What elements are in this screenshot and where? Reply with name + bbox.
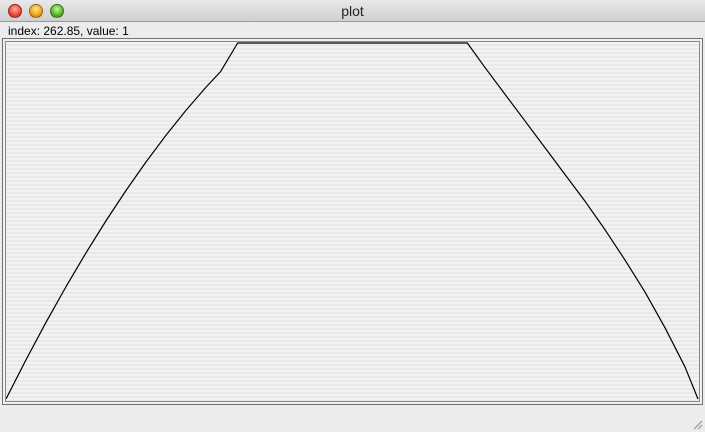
plot-area[interactable] <box>5 41 700 402</box>
plot-frame <box>2 38 703 405</box>
window-title: plot <box>341 3 364 19</box>
plot-window: plot index: 262.85, value: 1 <box>0 0 705 432</box>
plot-chart[interactable] <box>6 42 699 401</box>
series-line-0 <box>6 42 699 400</box>
title-bar[interactable]: plot <box>0 0 705 22</box>
resize-grip-icon[interactable] <box>691 418 703 430</box>
cursor-readout: index: 262.85, value: 1 <box>8 24 129 38</box>
